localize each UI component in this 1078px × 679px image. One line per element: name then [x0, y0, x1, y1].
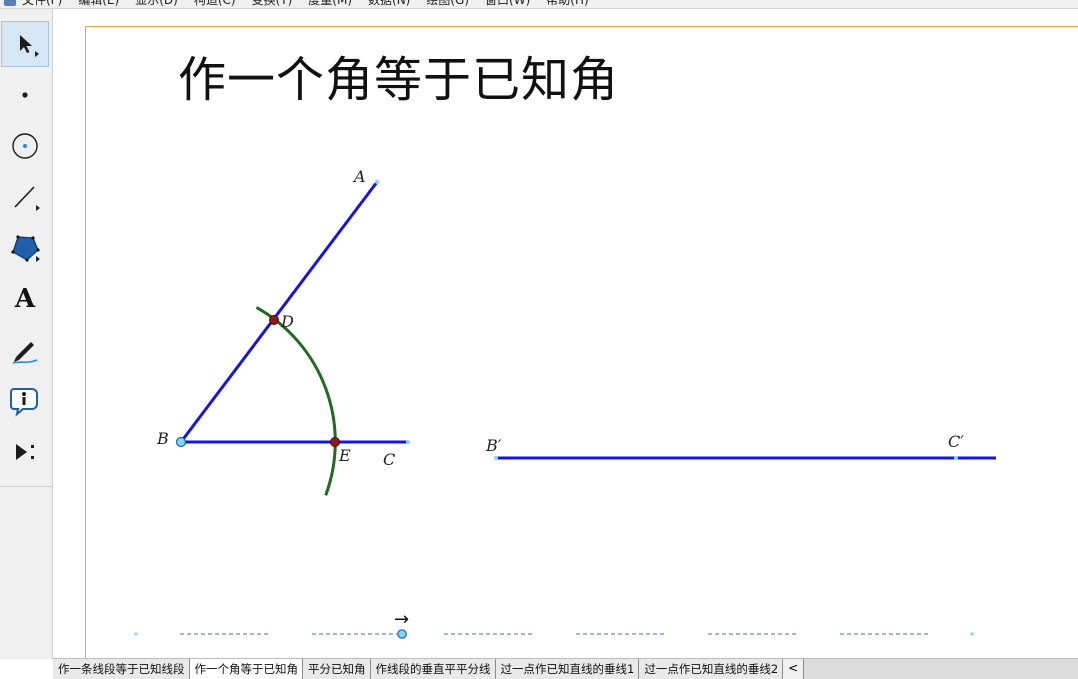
tab-bar-scrollbar[interactable]	[804, 659, 1078, 679]
label-a: A	[352, 167, 366, 186]
point-b[interactable]	[175, 436, 187, 448]
point-c-prime[interactable]	[954, 456, 958, 460]
tab-page-4[interactable]: 作线段的垂直平平分线	[370, 659, 496, 679]
tab-scroll-left-button[interactable]: <	[783, 659, 805, 679]
tab-page-5[interactable]: 过一点作已知直线的垂线1	[495, 659, 640, 679]
tab-page-2[interactable]: 作一个角等于已知角	[189, 659, 303, 679]
label-e: E	[338, 446, 351, 465]
track-start-point[interactable]	[134, 632, 138, 636]
label-c-prime: C′	[948, 432, 964, 451]
tab-page-6[interactable]: 过一点作已知直线的垂线2	[639, 659, 784, 679]
geometry-drawing[interactable]: A B C D E B′ C′ →	[0, 0, 1078, 678]
track-end-point[interactable]	[970, 632, 974, 636]
tab-page-3[interactable]: 平分已知角	[303, 659, 371, 679]
label-b-prime: B′	[485, 436, 502, 455]
label-c: C	[383, 450, 395, 469]
segment-ba[interactable]	[179, 181, 379, 443]
point-b-prime[interactable]	[494, 456, 498, 460]
label-b: B	[156, 429, 169, 448]
tab-page-1[interactable]: 作一条线段等于已知线段	[53, 659, 190, 679]
point-c[interactable]	[406, 440, 410, 444]
page-tab-bar: 作一条线段等于已知线段 作一个角等于已知角 平分已知角 作线段的垂直平平分线 过…	[53, 658, 1078, 679]
nav-arrow-icon[interactable]: →	[394, 609, 409, 630]
compass-arc[interactable]	[255, 306, 337, 496]
label-d: D	[280, 312, 294, 331]
point-d[interactable]	[269, 315, 279, 325]
point-a[interactable]	[375, 180, 379, 184]
track-handle[interactable]	[397, 629, 407, 639]
